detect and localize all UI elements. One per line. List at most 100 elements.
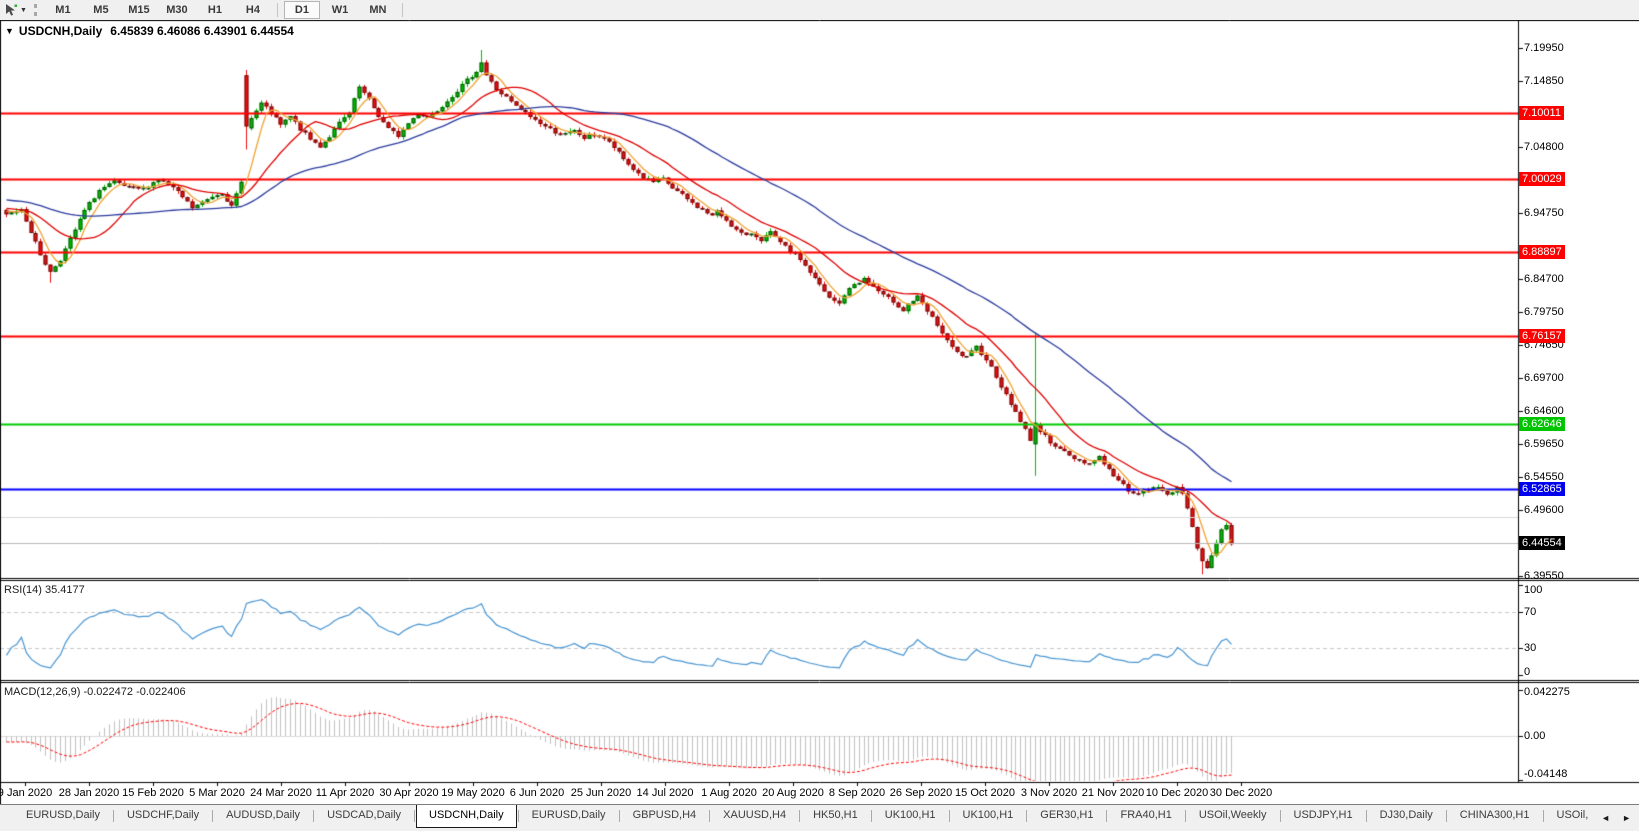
tab-separator bbox=[1365, 810, 1367, 822]
price-tick-label: 6.59650 bbox=[1524, 438, 1564, 450]
tab-ger30-h1[interactable]: GER30,H1 bbox=[1028, 805, 1105, 827]
timeframe-button-m30[interactable]: M30 bbox=[159, 1, 195, 19]
timeframe-button-m1[interactable]: M1 bbox=[45, 1, 81, 19]
tab-dj30-daily[interactable]: DJ30,Daily bbox=[1368, 805, 1445, 827]
date-axis-label: 8 Sep 2020 bbox=[828, 787, 886, 799]
tab-gbpusd-h4[interactable]: GBPUSD,H4 bbox=[621, 805, 709, 827]
price-tick-label: 6.94750 bbox=[1524, 207, 1564, 219]
tab-scroll-arrows: ◄ ► bbox=[1591, 805, 1639, 831]
tab-separator bbox=[313, 810, 315, 822]
tab-audusd-daily[interactable]: AUDUSD,Daily bbox=[214, 805, 312, 827]
tab-usdchf-daily[interactable]: USDCHF,Daily bbox=[115, 805, 211, 827]
timeframe-button-h1[interactable]: H1 bbox=[197, 1, 233, 19]
tab-separator bbox=[1445, 810, 1447, 822]
tab-eurusd-daily[interactable]: EURUSD,Daily bbox=[520, 805, 618, 827]
price-tick-label: 7.04800 bbox=[1524, 141, 1564, 153]
date-axis-label: 30 Dec 2020 bbox=[1209, 787, 1273, 799]
symbol-tab-bar: EURUSD,Daily USDCHF,Daily AUDUSD,Daily USDC… bbox=[0, 804, 1639, 831]
chart-collapse-caret-icon[interactable]: ▼ bbox=[5, 26, 14, 36]
date-axis-label: 3 Nov 2020 bbox=[1020, 787, 1078, 799]
hline-price-label: 6.62646 bbox=[1519, 417, 1565, 431]
price-tick-label: 6.49600 bbox=[1524, 504, 1564, 516]
price-tick-label: 6.39550 bbox=[1524, 570, 1564, 582]
tab-separator bbox=[799, 810, 801, 822]
price-tick-label: 6.79750 bbox=[1524, 306, 1564, 318]
price-tick-label: 7.14850 bbox=[1524, 75, 1564, 87]
tab-xauusd-h4[interactable]: XAUUSD,H4 bbox=[711, 805, 798, 827]
timeframe-buttons: M1 M5 M15 M30 H1 H4 D1 W1 MN bbox=[44, 1, 408, 19]
tab-usoil-weekly[interactable]: USOil,Weekly bbox=[1187, 805, 1279, 827]
timeframe-button-w1[interactable]: W1 bbox=[322, 1, 358, 19]
date-axis-label: 25 Jun 2020 bbox=[570, 787, 632, 799]
macd-indicator-label: MACD(12,26,9) -0.022472 -0.022406 bbox=[4, 686, 186, 698]
toolbar-grip-handle[interactable] bbox=[33, 4, 37, 16]
price-tick-label: 6.84700 bbox=[1524, 273, 1564, 285]
rsi-tick-label: 100 bbox=[1524, 584, 1543, 596]
date-axis-label: 15 Oct 2020 bbox=[955, 787, 1015, 799]
date-axis-label: 21 Nov 2020 bbox=[1081, 787, 1145, 799]
timeframe-button-m5[interactable]: M5 bbox=[83, 1, 119, 19]
rsi-tick-label: 30 bbox=[1524, 642, 1537, 654]
rsi-indicator-label: RSI(14) 35.4177 bbox=[4, 584, 85, 596]
timeframe-button-d1[interactable]: D1 bbox=[283, 1, 320, 19]
rsi-tick-label: 0 bbox=[1524, 666, 1531, 678]
hline-price-label: 7.10011 bbox=[1519, 106, 1564, 120]
timeframe-button-mn[interactable]: MN bbox=[360, 1, 396, 19]
date-axis-label: 5 Mar 2020 bbox=[189, 787, 245, 799]
timeframe-button-h4[interactable]: H4 bbox=[235, 1, 271, 19]
date-axis-label: 26 Sep 2020 bbox=[889, 787, 953, 799]
date-axis-label: 20 Aug 2020 bbox=[762, 787, 824, 799]
date-axis-label: 15 Feb 2020 bbox=[122, 787, 184, 799]
tab-scroll-right-icon[interactable]: ► bbox=[1622, 813, 1631, 823]
macd-tick-label: -0.04148 bbox=[1524, 768, 1568, 780]
date-axis-label: 1 Aug 2020 bbox=[701, 787, 757, 799]
tab-separator bbox=[1542, 810, 1544, 822]
tab-uk100-h1[interactable]: UK100,H1 bbox=[873, 805, 948, 827]
date-axis-label: 30 Apr 2020 bbox=[379, 787, 439, 799]
date-axis-label: 11 Apr 2020 bbox=[315, 787, 375, 799]
tab-separator bbox=[1184, 810, 1186, 822]
tab-eurusd-daily[interactable]: EURUSD,Daily bbox=[14, 805, 112, 827]
date-axis-label: 10 Dec 2020 bbox=[1145, 787, 1209, 799]
hline-price-label: 6.88897 bbox=[1519, 245, 1565, 259]
hline-price-label: 6.52865 bbox=[1519, 482, 1565, 496]
tab-separator bbox=[618, 810, 620, 822]
chart-ohlc-values: 6.45839 6.46086 6.43901 6.44554 bbox=[110, 24, 294, 38]
tab-china300-h1[interactable]: CHINA300,H1 bbox=[1448, 805, 1542, 827]
chart-title: ▼ USDCNH,Daily 6.45839 6.46086 6.43901 6.4… bbox=[5, 24, 294, 38]
date-axis-label: 9 Jan 2020 bbox=[0, 787, 53, 799]
tab-separator bbox=[1279, 810, 1281, 822]
chart-canvas[interactable] bbox=[0, 20, 1639, 804]
tab-separator bbox=[112, 810, 114, 822]
macd-tick-label: 0.00 bbox=[1524, 730, 1546, 742]
price-tick-label: 6.69700 bbox=[1524, 372, 1564, 384]
timeframe-button-m15[interactable]: M15 bbox=[121, 1, 157, 19]
toolbar-separator bbox=[401, 3, 403, 17]
tab-usdcad-daily[interactable]: USDCAD,Daily bbox=[315, 805, 413, 827]
date-axis-label: 28 Jan 2020 bbox=[58, 787, 120, 799]
cursor-tool-icon[interactable] bbox=[2, 2, 20, 18]
macd-tick-label: 0.042275 bbox=[1524, 686, 1570, 698]
date-axis-label: 24 Mar 2020 bbox=[250, 787, 312, 799]
tab-separator bbox=[414, 810, 416, 822]
toolbar-separator bbox=[276, 3, 278, 17]
hline-price-label: 6.44554 bbox=[1519, 536, 1565, 550]
tab-uk100-h1[interactable]: UK100,H1 bbox=[951, 805, 1026, 827]
tab-separator bbox=[1106, 810, 1108, 822]
tab-hk50-h1[interactable]: HK50,H1 bbox=[801, 805, 870, 827]
tab-separator bbox=[870, 810, 872, 822]
chart-symbol-period: USDCNH,Daily bbox=[18, 24, 103, 38]
tab-fra40-h1[interactable]: FRA40,H1 bbox=[1108, 805, 1183, 827]
timeframe-toolbar: ▼ M1 M5 M15 M30 H1 H4 D1 W1 MN bbox=[0, 0, 1639, 20]
tab-usdcnh-daily[interactable]: USDCNH,Daily bbox=[416, 805, 517, 828]
tab-separator bbox=[948, 810, 950, 822]
toolbar-dropdown-caret-icon[interactable]: ▼ bbox=[20, 7, 27, 14]
tab-scroll-left-icon[interactable]: ◄ bbox=[1601, 813, 1610, 823]
tab-separator bbox=[709, 810, 711, 822]
price-tick-label: 6.64600 bbox=[1524, 405, 1564, 417]
tab-separator bbox=[517, 810, 519, 822]
tab-separator bbox=[1026, 810, 1028, 822]
hline-price-label: 6.76157 bbox=[1519, 329, 1565, 343]
hline-price-label: 7.00029 bbox=[1519, 172, 1565, 186]
tab-usdjpy-h1[interactable]: USDJPY,H1 bbox=[1282, 805, 1365, 827]
